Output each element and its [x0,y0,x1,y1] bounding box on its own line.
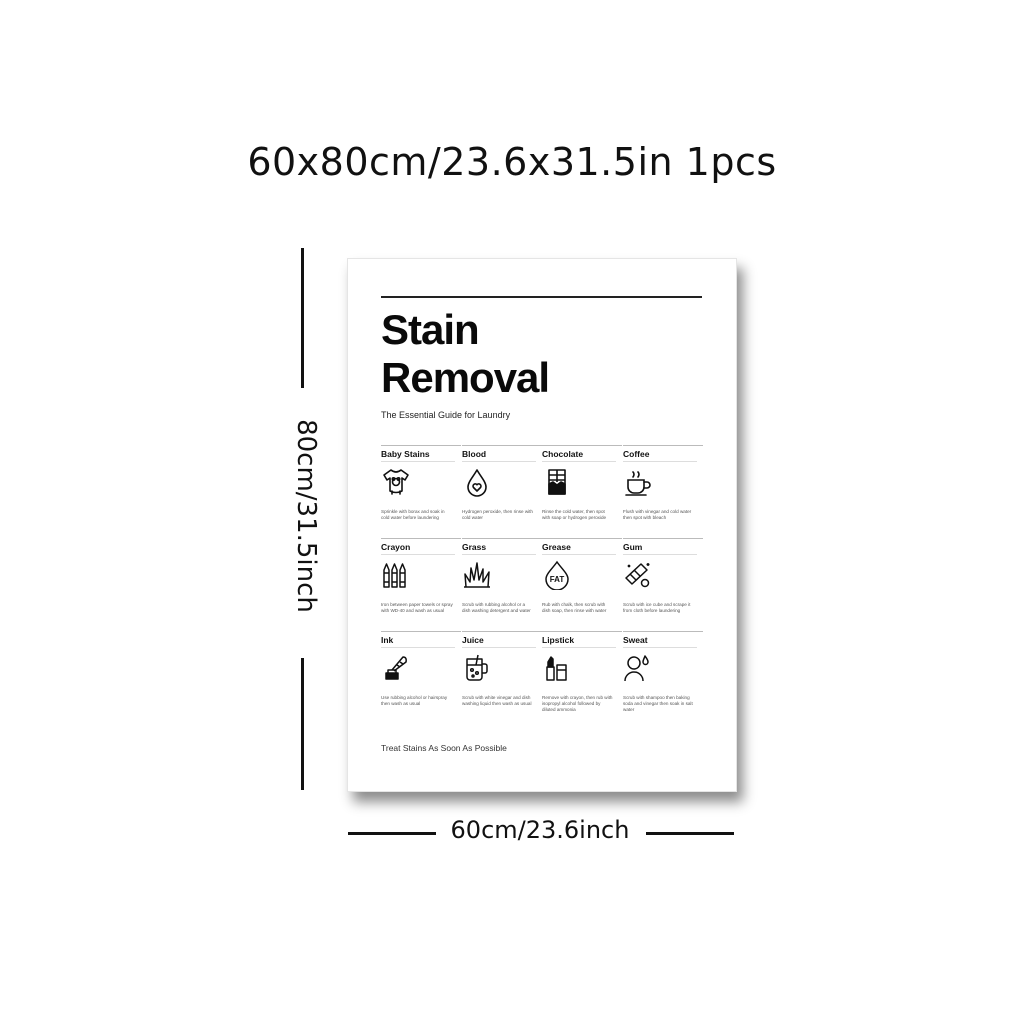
stain-description: Flush with vinegar and cold water then s… [623,509,692,520]
size-headline: 60x80cm/23.6x31.5in 1pcs [247,140,777,184]
height-label: 80cm/31.5inch [291,419,321,613]
stain-description: Use rubbing alcohol or hairspray then wa… [381,695,448,706]
stain-description: Scrub with white vinegar and dish washin… [462,695,532,706]
stain-description: Rub with chalk, then scrub with dish soa… [542,602,607,613]
poster-top-rule [381,296,702,298]
stain-title: Blood [462,449,487,459]
stain-title: Juice [462,635,484,645]
stain-title: Baby Stains [381,449,430,459]
height-marker-line-bottom [301,658,304,790]
stain-description: Scrub with rubbing alcohol or a dish was… [462,602,531,613]
stain-card-ink: Ink Use rubbing alcohol or hairspray the… [381,631,461,724]
stain-description: Scrub with shampoo then baking soda and … [623,695,693,712]
stain-card-lipstick: Lipstick Remove with crayon, then rub wi… [542,631,622,724]
grass-icon [462,560,492,590]
blood-drop-icon [462,467,492,497]
chocolate-bar-icon [542,467,572,497]
stain-card-juice: Juice Scrub with white vinegar and dish … [462,631,542,724]
stain-title: Ink [381,635,394,645]
stain-title: Coffee [623,449,650,459]
onesie-icon [381,467,411,497]
width-label: 60cm/23.6inch [450,816,630,844]
coffee-cup-icon [623,467,653,497]
stain-card-blood: Blood Hydrogen peroxide, then rinse with… [462,445,542,538]
poster-title: Stain Removal [381,306,711,402]
stain-card-baby-stains: Baby Stains Sprinkle with borax and soak… [381,445,461,538]
poster-footer: Treat Stains As Soon As Possible [381,743,507,753]
stain-title: Lipstick [542,635,575,645]
stain-description: Rinse the cold water, then spot with soa… [542,509,607,520]
stain-card-gum: Gum Scrub with ice cube and scrape it fr… [623,538,703,631]
crayons-icon [381,560,411,590]
sweating-person-icon [623,653,653,683]
width-marker-line-left [348,832,436,835]
stain-title: Chocolate [542,449,584,459]
svg-text:FAT: FAT [550,575,565,584]
stain-card-sweat: Sweat Scrub with shampoo then baking sod… [623,631,703,724]
stain-card-coffee: Coffee Flush with vinegar and cold water… [623,445,703,538]
lipstick-icon [542,653,572,683]
fat-drop-icon: FAT [542,560,572,591]
stain-card-chocolate: Chocolate Rinse the cold water, then spo… [542,445,622,538]
stain-removal-poster: Stain Removal The Essential Guide for La… [347,258,737,792]
chewing-gum-icon [623,560,653,590]
stain-description: Sprinkle with borax and soak in cold wat… [381,509,445,520]
stain-card-crayon: Crayon Iron between paper towels or spra… [381,538,461,631]
stain-title: Grease [542,542,571,552]
stain-description: Remove with crayon, then rub with isopro… [542,695,613,712]
stain-title: Grass [462,542,487,552]
stain-card-grass: Grass Scrub with rubbing alcohol or a di… [462,538,542,631]
stain-title: Crayon [381,542,411,552]
stain-row: Ink Use rubbing alcohol or hairspray the… [381,631,703,724]
inkwell-quill-icon [381,653,411,683]
stain-description: Iron between paper towels or spray with … [381,602,453,613]
stain-description: Scrub with ice cube and scrape it from c… [623,602,691,613]
juice-jar-icon [462,653,492,683]
stain-row: Baby Stains Sprinkle with borax and soak… [381,445,703,538]
poster-title-line-1: Stain [381,306,480,353]
height-marker-line-top [301,248,304,388]
stain-row: Crayon Iron between paper towels or spra… [381,538,703,631]
stain-title: Gum [623,542,643,552]
stain-description: Hydrogen peroxide, then rinse with cold … [462,509,533,520]
poster-title-line-2: Removal [381,354,550,401]
width-marker-line-right [646,832,734,835]
stain-card-grease: Grease FAT Rub with chalk, then scrub wi… [542,538,622,631]
stain-title: Sweat [623,635,648,645]
poster-subtitle: The Essential Guide for Laundry [381,410,511,420]
